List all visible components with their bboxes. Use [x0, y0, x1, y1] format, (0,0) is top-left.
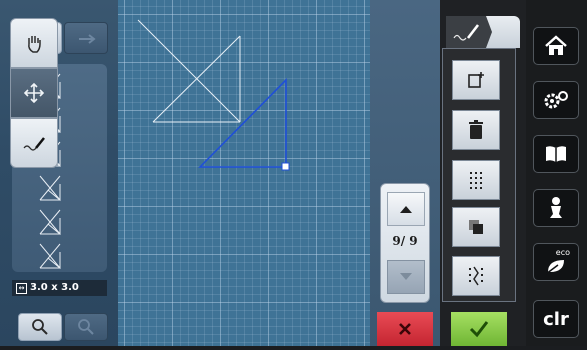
design-size-readout: ↔ 3.0 x 3.0 — [12, 280, 107, 296]
home-button[interactable] — [533, 27, 579, 65]
duplicate-button[interactable] — [452, 207, 500, 247]
help-button[interactable] — [533, 189, 579, 227]
book-icon — [546, 146, 566, 162]
home-icon — [545, 35, 567, 55]
page-navigator: 9/ 9 — [380, 183, 430, 303]
close-icon — [399, 323, 411, 335]
delete-button[interactable] — [452, 110, 500, 150]
clear-label: clr — [543, 308, 569, 330]
stitch-edit-tab[interactable] — [446, 16, 520, 48]
help-icon — [550, 197, 562, 218]
gear-icon — [544, 91, 568, 109]
split-icon — [469, 266, 483, 286]
grid-button[interactable] — [452, 160, 500, 200]
stitch-line-icon — [446, 16, 492, 48]
clear-button[interactable]: clr — [533, 300, 579, 338]
reference-stitches — [137, 19, 241, 123]
eco-leaf-icon — [545, 260, 564, 275]
triangle-down-icon — [400, 273, 412, 280]
zoom-out-icon — [78, 319, 94, 335]
grid-dots-icon — [470, 172, 482, 189]
insert-stitch-button[interactable] — [452, 60, 500, 100]
selected-stitch[interactable] — [198, 78, 287, 168]
page-down-button[interactable] — [387, 260, 425, 294]
eco-label: eco — [555, 248, 570, 257]
eco-button[interactable]: eco — [533, 243, 579, 281]
page-indicator: 9/ 9 — [392, 234, 418, 248]
zoom-in-icon — [32, 319, 48, 335]
stitch-tool-button[interactable] — [10, 118, 58, 168]
check-icon — [469, 321, 489, 338]
zoom-out-button[interactable] — [64, 313, 108, 341]
page-up-button[interactable] — [387, 192, 425, 226]
stitch-canvas[interactable] — [118, 0, 370, 346]
cancel-button[interactable] — [377, 312, 433, 346]
size-icon: ↔ — [16, 282, 27, 294]
duplicate-icon — [469, 220, 483, 234]
triangle-up-icon — [400, 206, 412, 213]
redo-icon — [79, 34, 96, 44]
move-tool-button[interactable] — [10, 68, 58, 118]
stitch-line-icon — [23, 137, 45, 151]
hand-icon — [28, 36, 41, 53]
move-arrows-icon — [23, 82, 45, 104]
settings-button[interactable] — [533, 81, 579, 119]
confirm-button[interactable] — [451, 312, 507, 346]
redo-button[interactable] — [64, 22, 108, 54]
trash-icon — [469, 120, 483, 139]
design-size-value: 3.0 x 3.0 — [30, 282, 79, 293]
stitch-end-handle[interactable] — [281, 162, 290, 171]
add-icon — [468, 72, 484, 88]
stitch-drawing — [137, 19, 290, 171]
zoom-in-button[interactable] — [18, 313, 62, 341]
tutorial-button[interactable] — [533, 135, 579, 173]
split-button[interactable] — [452, 256, 500, 296]
pan-tool-button[interactable] — [10, 18, 58, 68]
